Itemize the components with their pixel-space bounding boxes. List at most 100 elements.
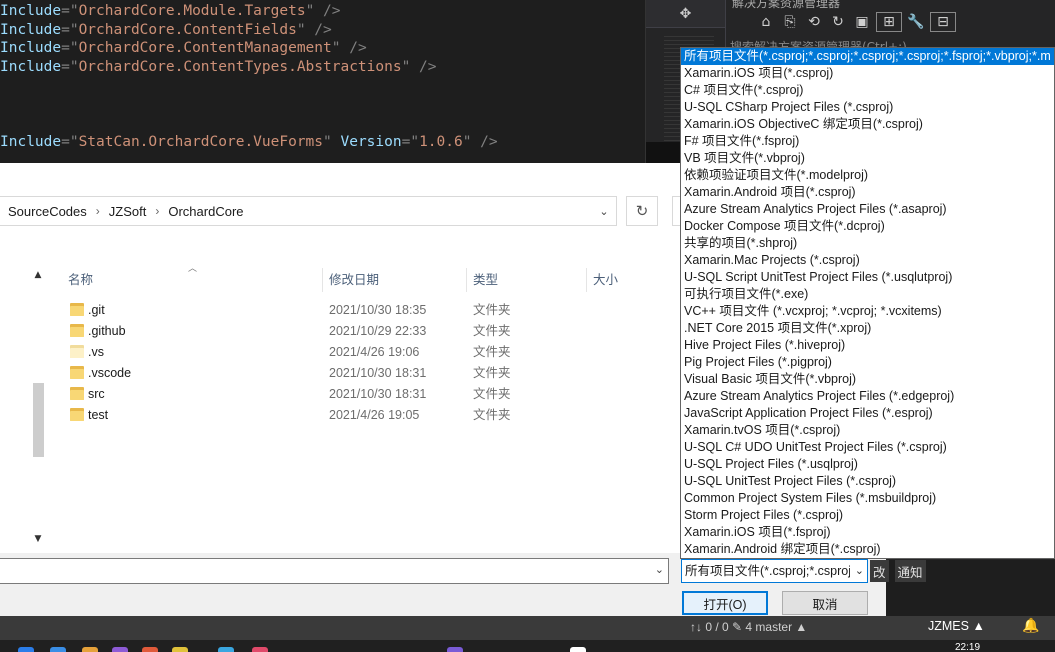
git-status[interactable]: ↑↓ 0 / 0 ✎ 4 master ▲ <box>690 620 807 634</box>
file-row[interactable]: src 2021/10/30 18:31 文件夹 <box>55 384 665 405</box>
preview-icon[interactable]: ⊟ <box>930 12 956 32</box>
file-row[interactable]: .git 2021/10/30 18:35 文件夹 <box>55 300 665 321</box>
taskbar-app-icon[interactable] <box>570 647 586 652</box>
refresh-icon: ↻ <box>635 202 649 220</box>
history-icon[interactable]: ⟲ <box>804 12 824 32</box>
column-size[interactable]: 大小 <box>580 268 618 292</box>
refresh-icon[interactable]: ↻ <box>828 12 848 32</box>
dropdown-option[interactable]: Pig Project Files (*.pigproj) <box>681 354 1054 371</box>
dropdown-option[interactable]: Xamarin.iOS ObjectiveC 绑定项目(*.csproj) <box>681 116 1054 133</box>
taskbar-app-icon[interactable] <box>218 647 234 652</box>
dropdown-option[interactable]: U-SQL Script UnitTest Project Files (*.u… <box>681 269 1054 286</box>
dropdown-option[interactable]: Visual Basic 项目文件(*.vbproj) <box>681 371 1054 388</box>
dropdown-option[interactable]: Xamarin.iOS 项目(*.csproj) <box>681 65 1054 82</box>
file-date: 2021/10/30 18:31 <box>329 387 427 401</box>
taskbar-app-icon[interactable] <box>112 647 128 652</box>
breadcrumb-chevron-icon[interactable]: › <box>155 204 159 218</box>
folder-icon <box>70 365 84 379</box>
dropdown-option[interactable]: Xamarin.Android 绑定项目(*.csproj) <box>681 541 1054 558</box>
dropdown-option[interactable]: U-SQL C# UDO UnitTest Project Files (*.c… <box>681 439 1054 456</box>
taskbar-app-icon[interactable] <box>50 647 66 652</box>
dropdown-option[interactable]: Common Project System Files (*.msbuildpr… <box>681 490 1054 507</box>
breadcrumb-chevron-icon[interactable]: › <box>96 204 100 218</box>
file-name: .vscode <box>88 366 132 380</box>
file-type: 文件夹 <box>473 303 511 317</box>
switch-views-icon[interactable]: ⎘ <box>780 12 800 32</box>
properties-icon[interactable]: 🔧 <box>906 12 926 32</box>
file-row[interactable]: .vscode 2021/10/30 18:31 文件夹 <box>55 363 665 384</box>
scroll-down-icon[interactable]: ▼ <box>31 532 45 546</box>
dropdown-option[interactable]: U-SQL UnitTest Project Files (*.csproj) <box>681 473 1054 490</box>
dropdown-option[interactable]: 依赖项验证项目文件(*.modelproj) <box>681 167 1054 184</box>
breadcrumb-item[interactable]: SourceCodes <box>8 204 87 219</box>
column-date[interactable]: 修改日期 <box>316 268 379 292</box>
chevron-down-icon[interactable]: ⌄ <box>596 203 612 219</box>
dropdown-option[interactable]: Azure Stream Analytics Project Files (*.… <box>681 201 1054 218</box>
dropdown-option[interactable]: VB 项目文件(*.vbproj) <box>681 150 1054 167</box>
taskbar-app-icon[interactable] <box>172 647 188 652</box>
column-headers: ︿ 名称 修改日期 类型 大小 <box>55 263 665 292</box>
file-row[interactable]: .vs 2021/4/26 19:06 文件夹 <box>55 342 665 363</box>
code-editor[interactable]: Include="OrchardCore.Module.Targets" /> … <box>0 0 645 163</box>
cancel-button[interactable]: 取消 <box>782 591 868 615</box>
dropdown-option[interactable]: VC++ 项目文件 (*.vcxproj; *.vcproj; *.vcxite… <box>681 303 1054 320</box>
folder-icon <box>70 344 84 358</box>
folder-icon <box>70 407 84 421</box>
column-type[interactable]: 类型 <box>460 268 498 292</box>
breadcrumb-item[interactable]: JZSoft <box>109 204 147 219</box>
dropdown-option[interactable]: Azure Stream Analytics Project Files (*.… <box>681 388 1054 405</box>
column-name[interactable]: 名称 <box>55 268 93 292</box>
dropdown-option[interactable]: Docker Compose 项目文件(*.dcproj) <box>681 218 1054 235</box>
tab-changes[interactable]: 改 <box>870 560 889 582</box>
file-name: .vs <box>88 345 104 359</box>
folder-icon <box>70 323 84 337</box>
dropdown-option[interactable]: Xamarin.Android 项目(*.csproj) <box>681 184 1054 201</box>
dropdown-option[interactable]: Hive Project Files (*.hiveproj) <box>681 337 1054 354</box>
home-icon[interactable]: ⌂ <box>756 12 776 32</box>
file-type: 文件夹 <box>473 324 511 338</box>
dropdown-option[interactable]: U-SQL CSharp Project Files (*.csproj) <box>681 99 1054 116</box>
notification-bell-icon[interactable]: 🔔 <box>1022 618 1039 634</box>
output-tabs: 改 通知 <box>870 560 926 582</box>
refresh-button[interactable]: ↻ <box>626 196 658 226</box>
dropdown-option[interactable]: Xamarin.Mac Projects (*.csproj) <box>681 252 1054 269</box>
code-line: Include="OrchardCore.ContentTypes.Abstra… <box>0 59 437 75</box>
dropdown-option[interactable]: JavaScript Application Project Files (*.… <box>681 405 1054 422</box>
file-type: 文件夹 <box>473 408 511 422</box>
dropdown-option[interactable]: Xamarin.tvOS 项目(*.csproj) <box>681 422 1054 439</box>
scroll-up-icon[interactable]: ▲ <box>31 268 45 282</box>
dropdown-option[interactable]: .NET Core 2015 项目文件(*.xproj) <box>681 320 1054 337</box>
taskbar-app-icon[interactable] <box>18 647 34 652</box>
dropdown-option[interactable]: Storm Project Files (*.csproj) <box>681 507 1054 524</box>
chevron-down-icon[interactable]: ⌄ <box>655 563 664 576</box>
status-bar: ↑↓ 0 / 0 ✎ 4 master ▲ JZMES ▲ 🔔 <box>0 616 1055 640</box>
file-type-select[interactable]: 所有项目文件(*.csproj;*.csproj;*.csproj;*.cspr… <box>681 559 868 583</box>
tab-notifications[interactable]: 通知 <box>894 560 926 582</box>
address-bar[interactable]: SourceCodes › JZSoft › OrchardCore ⌄ <box>0 196 617 226</box>
taskbar-app-icon[interactable] <box>142 647 158 652</box>
file-row[interactable]: test 2021/4/26 19:05 文件夹 <box>55 405 665 426</box>
dropdown-option[interactable]: 所有项目文件(*.csproj;*.csproj;*.csproj;*.cspr… <box>681 48 1054 65</box>
breadcrumb-item[interactable]: OrchardCore <box>168 204 243 219</box>
filename-input[interactable]: ⌄ <box>0 558 669 584</box>
file-date: 2021/4/26 19:06 <box>329 345 420 359</box>
dropdown-option[interactable]: Xamarin.iOS 项目(*.fsproj) <box>681 524 1054 541</box>
split-editor-icon[interactable]: ✥ <box>646 0 725 28</box>
sort-ascending-icon: ︿ <box>188 263 198 273</box>
taskbar-app-icon[interactable] <box>252 647 268 652</box>
dropdown-option[interactable]: F# 项目文件(*.fsproj) <box>681 133 1054 150</box>
file-type: 文件夹 <box>473 366 511 380</box>
dropdown-option[interactable]: 共享的项目(*.shproj) <box>681 235 1054 252</box>
dropdown-option[interactable]: 可执行项目文件(*.exe) <box>681 286 1054 303</box>
taskbar-app-icon[interactable] <box>447 647 463 652</box>
dropdown-option[interactable]: U-SQL Project Files (*.usqlproj) <box>681 456 1054 473</box>
open-button[interactable]: 打开(O) <box>682 591 768 615</box>
file-row[interactable]: .github 2021/10/29 22:33 文件夹 <box>55 321 665 342</box>
file-type-dropdown-list[interactable]: 所有项目文件(*.csproj;*.csproj;*.csproj;*.cspr… <box>680 47 1055 559</box>
collapse-all-icon[interactable]: ▣ <box>852 12 872 32</box>
project-indicator[interactable]: JZMES ▲ <box>928 619 985 633</box>
show-all-files-icon[interactable]: ⊞ <box>876 12 902 32</box>
scrollbar-thumb[interactable] <box>33 383 44 457</box>
dropdown-option[interactable]: C# 项目文件(*.csproj) <box>681 82 1054 99</box>
taskbar-app-icon[interactable] <box>82 647 98 652</box>
